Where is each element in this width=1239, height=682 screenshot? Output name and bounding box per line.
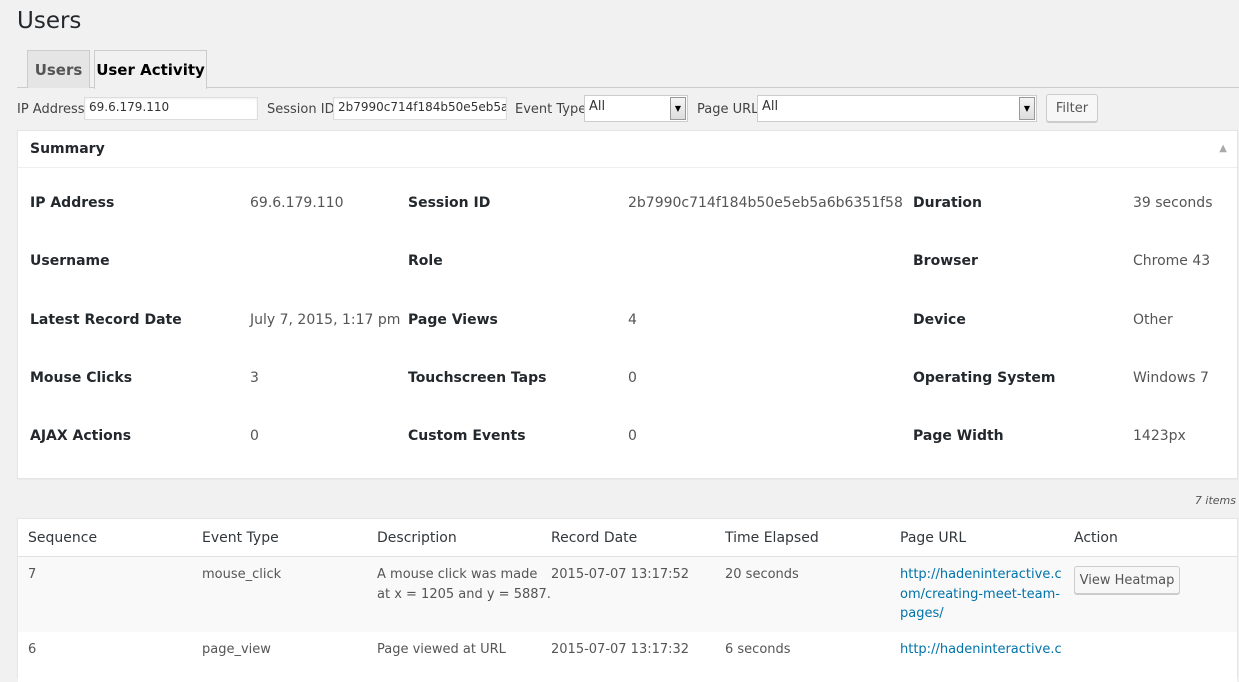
tab-bar: Users User Activity (17, 50, 1239, 88)
column-header-page-url[interactable]: Page URL (900, 530, 966, 546)
page-url-label: Page URL (697, 102, 758, 117)
username-key: Username (30, 253, 110, 269)
latest-record-date-value: July 7, 2015, 1:17 pm (250, 312, 400, 328)
column-header-sequence[interactable]: Sequence (28, 530, 97, 546)
sequence-cell: 6 (28, 640, 36, 660)
duration-key: Duration (913, 195, 982, 211)
device-key: Device (913, 312, 966, 328)
page-url-line[interactable]: om/creating-meet-team- (900, 587, 1060, 602)
column-header-action: Action (1074, 530, 1118, 546)
page-width-key: Page Width (913, 428, 1004, 444)
view-heatmap-button[interactable]: View Heatmap (1074, 566, 1180, 594)
latest-record-date-key: Latest Record Date (30, 312, 182, 328)
record-date-cell: 2015-07-07 13:17:52 (551, 565, 689, 585)
session-id-input[interactable]: 2b7990c714f184b50e5eb5a6b6351f58 (333, 97, 507, 120)
touchscreen-taps-value: 0 (628, 370, 637, 386)
column-header-event-type[interactable]: Event Type (202, 530, 279, 546)
event-type-value: All (589, 99, 605, 114)
time-elapsed-cell: 20 seconds (725, 565, 799, 585)
page-url-line[interactable]: http://hadeninteractive.c (900, 567, 1062, 582)
column-header-description[interactable]: Description (377, 530, 457, 546)
filter-button[interactable]: Filter (1046, 94, 1098, 122)
ajax-actions-key: AJAX Actions (30, 428, 131, 444)
page-views-value: 4 (628, 312, 637, 328)
summary-title: Summary (30, 141, 105, 157)
operating-system-value: Windows 7 (1133, 370, 1209, 386)
activity-table: Sequence Event Type Description Record D… (17, 518, 1238, 678)
page-url-value: All (762, 99, 778, 114)
page-url-link[interactable]: http://hadeninteractive.c (900, 640, 1062, 660)
duration-value: 39 seconds (1133, 195, 1213, 211)
page-views-key: Page Views (408, 312, 498, 328)
table-header: Sequence Event Type Description Record D… (18, 519, 1237, 557)
device-value: Other (1133, 312, 1173, 328)
items-count: 7 items (1195, 494, 1236, 507)
custom-events-key: Custom Events (408, 428, 526, 444)
ip-address-value: 69.6.179.110 (250, 195, 344, 211)
tab-users[interactable]: Users (27, 50, 90, 88)
summary-panel: Summary ▲ IP Address 69.6.179.110 Sessio… (17, 130, 1238, 479)
session-id-label: Session ID (267, 102, 335, 117)
page-url-line[interactable]: pages/ (900, 606, 944, 621)
filter-bar: IP Address 69.6.179.110 Session ID 2b799… (17, 93, 1239, 123)
page-title: Users (17, 8, 81, 34)
mouse-clicks-key: Mouse Clicks (30, 370, 132, 386)
page-url-link[interactable]: http://hadeninteractive.c om/creating-me… (900, 565, 1062, 624)
ip-address-key: IP Address (30, 195, 114, 211)
column-header-time-elapsed[interactable]: Time Elapsed (725, 530, 819, 546)
time-elapsed-cell: 6 seconds (725, 640, 791, 660)
ajax-actions-value: 0 (250, 428, 259, 444)
description-line: A mouse click was made (377, 567, 537, 582)
sequence-cell: 7 (28, 565, 36, 585)
browser-value: Chrome 43 (1133, 253, 1210, 269)
custom-events-value: 0 (628, 428, 637, 444)
role-key: Role (408, 253, 443, 269)
browser-key: Browser (913, 253, 978, 269)
record-date-cell: 2015-07-07 13:17:32 (551, 640, 689, 660)
tab-user-activity[interactable]: User Activity (94, 50, 207, 89)
touchscreen-taps-key: Touchscreen Taps (408, 370, 546, 386)
table-row: 7 mouse_click A mouse click was made at … (18, 557, 1237, 632)
description-cell: A mouse click was made at x = 1205 and y… (377, 565, 551, 604)
session-id-key: Session ID (408, 195, 490, 211)
collapse-arrow-icon[interactable]: ▲ (1219, 143, 1227, 154)
page-url-select[interactable]: All ▼ (757, 95, 1037, 122)
column-header-record-date[interactable]: Record Date (551, 530, 637, 546)
chevron-down-icon: ▼ (1019, 97, 1035, 120)
ip-address-input[interactable]: 69.6.179.110 (84, 97, 258, 120)
chevron-down-icon: ▼ (670, 97, 686, 120)
event-type-cell: mouse_click (202, 565, 281, 585)
page-width-value: 1423px (1133, 428, 1186, 444)
event-type-cell: page_view (202, 640, 271, 660)
session-id-value: 2b7990c714f184b50e5eb5a6b6351f58 (628, 195, 903, 211)
table-row: 6 page_view Page viewed at URL 2015-07-0… (18, 632, 1237, 682)
event-type-select[interactable]: All ▼ (584, 95, 688, 122)
ip-address-label: IP Address (17, 102, 85, 117)
event-type-label: Event Type (515, 102, 586, 117)
operating-system-key: Operating System (913, 370, 1055, 386)
summary-header[interactable]: Summary ▲ (18, 131, 1237, 168)
description-line: at x = 1205 and y = 5887. (377, 587, 551, 602)
mouse-clicks-value: 3 (250, 370, 259, 386)
description-cell: Page viewed at URL (377, 640, 506, 660)
